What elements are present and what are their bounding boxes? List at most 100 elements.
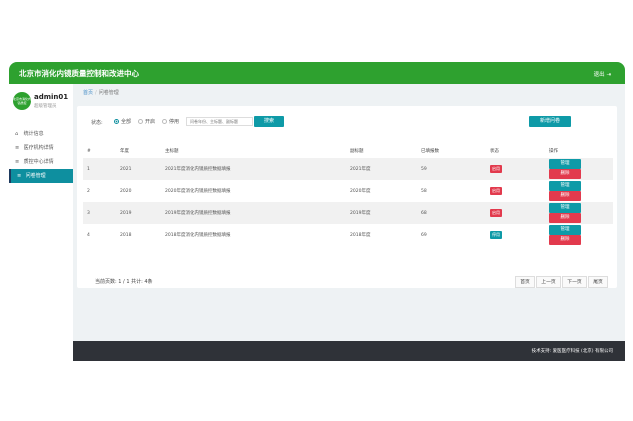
cell-year: 2019 xyxy=(116,202,161,224)
sidebar-item-label: 医疗机构详情 xyxy=(23,145,54,151)
column-header: 状态 xyxy=(490,149,499,154)
breadcrumb-home[interactable]: 首页 xyxy=(83,90,93,96)
cell-count: 59 xyxy=(417,158,486,180)
radio-label: 开启 xyxy=(145,119,156,125)
prev-page-button[interactable]: 上一页 xyxy=(536,276,561,288)
cell-index: 1 xyxy=(83,158,116,180)
cell-index: 4 xyxy=(87,232,90,238)
cell-subtitle: 2019年度 xyxy=(346,202,417,224)
footer: 技术支持: 爱医医疗科技 (北京) 有限公司 xyxy=(73,341,625,361)
cell-title: 2020年度消化内镜质控数据填报 xyxy=(165,189,231,194)
list-icon: ≡ xyxy=(15,159,20,165)
sidebar-item-qc-centers[interactable]: ≡ 质控中心详情 xyxy=(9,155,73,169)
status-badge: 启用 xyxy=(490,165,502,173)
cell-actions: 管理删除 xyxy=(545,202,613,224)
column-header: # xyxy=(87,148,91,154)
radio-disabled[interactable]: 停用 xyxy=(162,118,179,125)
next-page-button[interactable]: 下一页 xyxy=(562,276,587,288)
breadcrumb-separator: / xyxy=(95,90,97,96)
exit-arrow-icon: ⇥ xyxy=(606,72,611,78)
search-input[interactable] xyxy=(186,117,253,126)
radio-dot xyxy=(138,119,143,124)
cell-index: 2 xyxy=(87,188,90,194)
avatar: 北京市消化内镜质控 xyxy=(13,92,31,110)
sidebar-item-label: 统计信息 xyxy=(23,131,44,137)
sidebar-item-statistics[interactable]: ⌂ 统计信息 xyxy=(9,127,73,141)
cell-year: 2020 xyxy=(120,188,132,194)
cell-subtitle: 2020年度 xyxy=(350,189,371,194)
status-badge: 启用 xyxy=(490,187,502,195)
column-header: 副标题 xyxy=(350,149,364,154)
add-questionnaire-button[interactable]: 新增问卷 xyxy=(529,116,571,127)
radio-all[interactable]: 全部 xyxy=(114,118,131,125)
breadcrumb: 首页 / 问卷管理 xyxy=(83,89,119,96)
delete-button[interactable]: 删除 xyxy=(549,213,581,223)
list-icon: ≡ xyxy=(15,145,20,151)
cell-subtitle: 2021年度 xyxy=(346,158,417,180)
cell-count: 68 xyxy=(417,202,486,224)
cell-count: 58 xyxy=(421,188,427,194)
breadcrumb-current: 问卷管理 xyxy=(98,90,119,96)
manage-button[interactable]: 管理 xyxy=(549,159,581,169)
home-icon: ⌂ xyxy=(15,131,19,137)
cell-status: 启用 xyxy=(486,158,545,180)
manage-button[interactable]: 管理 xyxy=(549,203,581,213)
cell-title: 2019年度消化内镜质控数据填报 xyxy=(161,202,346,224)
status-badge: 停用 xyxy=(490,231,502,239)
cell-subtitle: 2018年度 xyxy=(350,233,371,238)
logout-label: 退出 xyxy=(593,72,605,78)
delete-button[interactable]: 删除 xyxy=(549,191,581,201)
delete-button[interactable]: 删除 xyxy=(549,235,581,245)
sidebar-item-label: 问卷管理 xyxy=(25,173,46,179)
user-role: 超级管理员 xyxy=(34,104,57,109)
last-page-button[interactable]: 尾页 xyxy=(588,276,608,288)
table-row: 1 2021 2021年度消化内镜质控数据填报 2021年度 59 启用 管理删… xyxy=(83,158,613,180)
column-header: 操作 xyxy=(549,149,558,154)
questionnaire-table: # 年度 主标题 副标题 已填报数 状态 操作 1 2021 2021年度消化内… xyxy=(83,144,613,246)
cell-actions: 管理删除 xyxy=(545,180,613,202)
main-content: 首页/问卷管理 状态: 全部 开启 停用 搜索 新增问卷 # 年度 主标题 副标… xyxy=(73,84,625,341)
cell-status: 停用 xyxy=(486,224,545,246)
table-row: 2 2020 2020年度消化内镜质控数据填报 2020年度 58 启用 管理删… xyxy=(83,180,613,202)
app-title: 北京市消化内镜质量控制和改进中心 xyxy=(19,69,139,78)
cell-status: 启用 xyxy=(486,180,545,202)
status-filter-label: 状态: xyxy=(91,120,103,126)
user-name: admin01 xyxy=(34,93,69,101)
radio-dot xyxy=(162,119,167,124)
sidebar-item-institutions[interactable]: ≡ 医疗机构详情 xyxy=(9,141,73,155)
table-header-row: # 年度 主标题 副标题 已填报数 状态 操作 xyxy=(83,144,613,158)
search-button[interactable]: 搜索 xyxy=(254,116,284,127)
table-row: 4 2018 2018年度消化内镜质控数据填报 2018年度 69 停用 管理删… xyxy=(83,224,613,246)
cell-status: 启用 xyxy=(486,202,545,224)
logout-button[interactable]: 退出 ⇥ xyxy=(594,70,611,78)
top-bar: 北京市消化内镜质量控制和改进中心 退出 ⇥ xyxy=(9,62,625,84)
status-badge: 启用 xyxy=(490,209,502,217)
first-page-button[interactable]: 首页 xyxy=(515,276,535,288)
manage-button[interactable]: 管理 xyxy=(549,181,581,191)
radio-open[interactable]: 开启 xyxy=(138,118,155,125)
cell-index: 3 xyxy=(83,202,116,224)
app-window: 北京市消化内镜质量控制和改进中心 退出 ⇥ 北京市消化内镜质控 admin01 … xyxy=(9,62,625,361)
column-header: 主标题 xyxy=(165,149,179,154)
cell-actions: 管理删除 xyxy=(545,224,613,246)
sidebar-item-questionnaires[interactable]: ≡ 问卷管理 xyxy=(9,169,73,183)
cell-count: 69 xyxy=(421,232,427,238)
sidebar: 北京市消化内镜质控 admin01 超级管理员 ⌂ 统计信息 ≡ 医疗机构详情 … xyxy=(9,84,73,361)
cell-year: 2021 xyxy=(116,158,161,180)
column-header: 年度 xyxy=(120,149,129,154)
footer-text: 技术支持: 爱医医疗科技 (北京) 有限公司 xyxy=(531,349,613,354)
sidebar-menu: ⌂ 统计信息 ≡ 医疗机构详情 ≡ 质控中心详情 ≡ 问卷管理 xyxy=(9,127,73,183)
cell-title: 2018年度消化内镜质控数据填报 xyxy=(165,233,231,238)
table-row: 3 2019 2019年度消化内镜质控数据填报 2019年度 68 启用 管理删… xyxy=(83,202,613,224)
cell-actions: 管理删除 xyxy=(545,158,613,180)
column-header: 已填报数 xyxy=(421,149,439,154)
cell-title: 2021年度消化内镜质控数据填报 xyxy=(161,158,346,180)
sidebar-item-label: 质控中心详情 xyxy=(23,159,54,165)
questionnaire-card: 状态: 全部 开启 停用 搜索 新增问卷 # 年度 主标题 副标题 已填报数 状… xyxy=(77,106,617,288)
delete-button[interactable]: 删除 xyxy=(549,169,581,179)
radio-label: 停用 xyxy=(169,119,180,125)
manage-button[interactable]: 管理 xyxy=(549,225,581,235)
pagination-info: 当前页数: 1 / 1 共计: 4条 xyxy=(95,279,153,285)
radio-label: 全部 xyxy=(121,119,132,125)
radio-dot xyxy=(114,119,119,124)
